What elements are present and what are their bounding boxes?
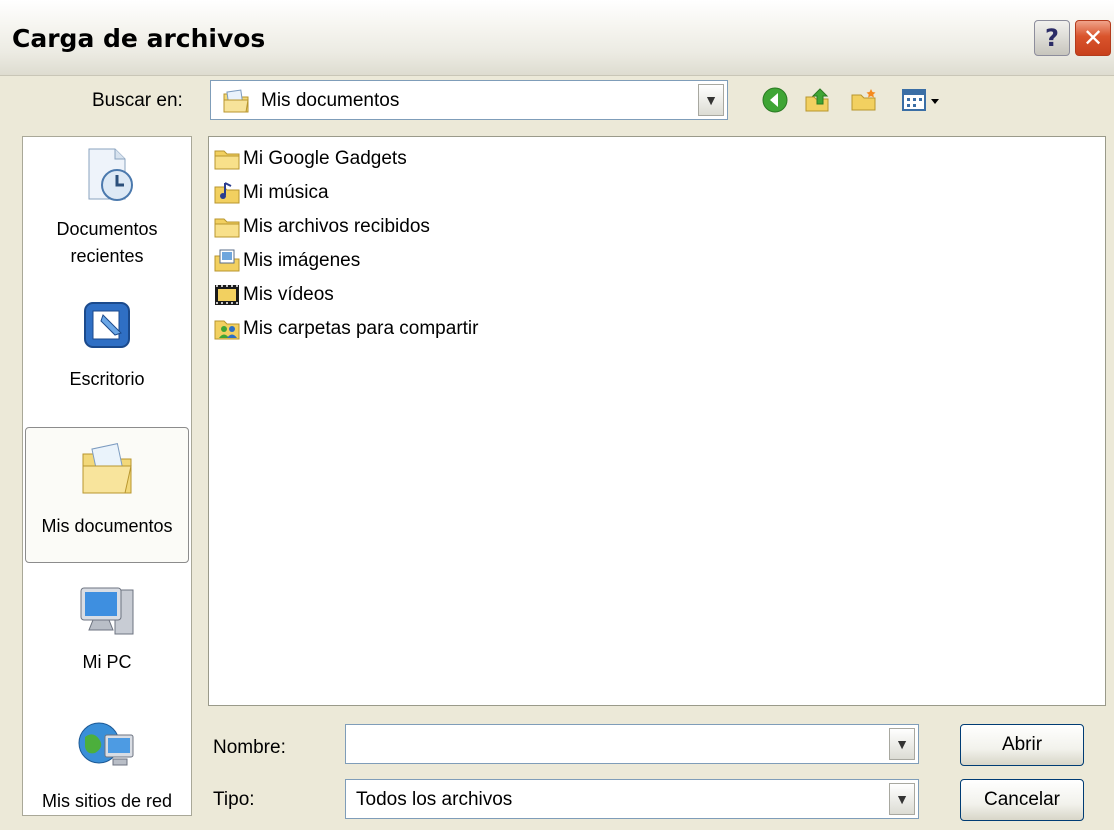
file-name: Mis archivos recibidos: [243, 216, 430, 237]
place-my-documents[interactable]: Mis documentos: [25, 427, 189, 563]
lookin-dropdown[interactable]: Mis documentos ▼: [210, 80, 728, 120]
list-item[interactable]: Mis imágenes: [213, 246, 360, 276]
place-label: Mi PC: [82, 652, 132, 672]
place-label: Mis documentos: [41, 516, 173, 536]
place-recent-documents[interactable]: Documentos recientes: [25, 145, 189, 267]
list-item[interactable]: Mi música: [213, 178, 329, 208]
place-label-line1: Documentos: [56, 219, 158, 239]
videos-folder-icon: [213, 282, 241, 308]
place-label: Escritorio: [69, 369, 145, 389]
file-name: Mi música: [243, 182, 329, 203]
new-folder-icon[interactable]: [848, 84, 882, 116]
place-my-computer[interactable]: Mi PC: [25, 582, 189, 673]
file-list[interactable]: Mi Google Gadgets Mi música Mis archivos…: [208, 136, 1106, 706]
network-places-icon: [75, 715, 139, 775]
chevron-down-icon[interactable]: ▼: [889, 783, 915, 815]
place-label: Mis sitios de red: [41, 791, 173, 811]
places-bar: Documentos recientes Escritorio Mis docu…: [22, 136, 192, 816]
chevron-down-icon[interactable]: ▼: [698, 84, 724, 116]
list-item[interactable]: Mis carpetas para compartir: [213, 314, 478, 344]
my-computer-icon: [75, 582, 139, 642]
filename-input[interactable]: ▼: [345, 724, 919, 764]
cancel-button[interactable]: Cancelar: [960, 779, 1084, 821]
title-bar[interactable]: Carga de archivos ? ✕: [0, 0, 1114, 76]
file-name: Mis vídeos: [243, 284, 334, 305]
file-name: Mi Google Gadgets: [243, 148, 407, 169]
filetype-value: Todos los archivos: [356, 789, 513, 810]
window-title: Carga de archivos: [12, 24, 266, 53]
list-item[interactable]: Mi Google Gadgets: [213, 144, 407, 174]
back-icon[interactable]: [758, 84, 792, 116]
help-button[interactable]: ?: [1034, 20, 1070, 56]
close-icon: ✕: [1082, 24, 1104, 52]
filetype-label: Tipo:: [213, 789, 255, 810]
lookin-value: Mis documentos: [261, 90, 400, 111]
recent-documents-icon: [75, 145, 139, 205]
help-icon: ?: [1045, 24, 1059, 52]
folder-icon: [213, 146, 241, 172]
cancel-button-label: Cancelar: [983, 789, 1061, 810]
open-button[interactable]: Abrir: [960, 724, 1084, 766]
list-item[interactable]: Mis vídeos: [213, 280, 334, 310]
up-folder-icon[interactable]: [800, 84, 834, 116]
pictures-folder-icon: [213, 248, 241, 274]
file-name: Mis carpetas para compartir: [243, 318, 479, 339]
filetype-select[interactable]: Todos los archivos ▼: [345, 779, 919, 819]
lookin-label: Buscar en:: [92, 90, 183, 111]
my-documents-icon: [75, 440, 139, 500]
list-item[interactable]: Mis archivos recibidos: [213, 212, 430, 242]
place-desktop[interactable]: Escritorio: [25, 297, 189, 390]
music-folder-icon: [213, 180, 241, 206]
shared-folder-icon: [213, 316, 241, 342]
my-documents-small-icon: [221, 87, 251, 120]
close-button[interactable]: ✕: [1075, 20, 1111, 56]
filename-label: Nombre:: [213, 737, 286, 758]
place-label-line2: recientes: [70, 246, 144, 266]
chevron-down-icon[interactable]: ▼: [889, 728, 915, 760]
desktop-icon: [75, 297, 139, 357]
place-network-places[interactable]: Mis sitios de red: [25, 715, 189, 812]
file-name: Mis imágenes: [243, 250, 361, 271]
folder-icon: [213, 214, 241, 240]
view-menu-icon[interactable]: [898, 84, 946, 116]
open-button-label: Abrir: [1001, 734, 1043, 755]
